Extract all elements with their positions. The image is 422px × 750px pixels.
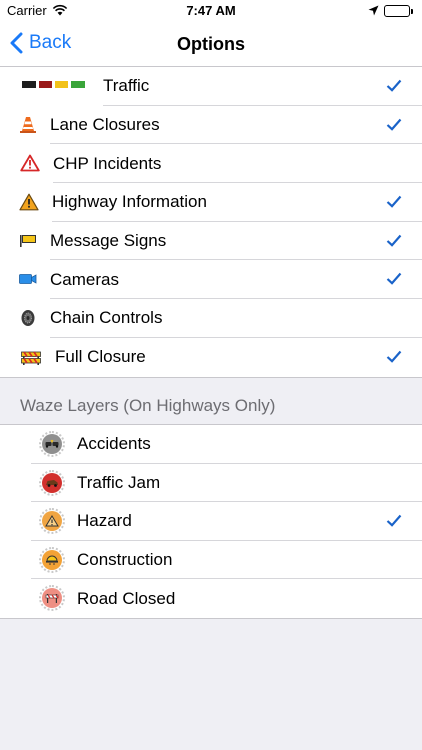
checkmark-icon: [386, 79, 402, 97]
waze-label: Traffic Jam: [77, 472, 161, 492]
checkmark-icon: [386, 195, 402, 213]
option-row-cameras[interactable]: Cameras: [0, 260, 422, 300]
camera-icon: [19, 273, 37, 285]
option-label: CHP Incidents: [53, 153, 162, 173]
hazard-icon: [39, 508, 65, 535]
waze-section-header: Waze Layers (On Highways Only): [20, 396, 276, 415]
checkmark-icon: [386, 514, 402, 532]
option-label: Cameras: [50, 269, 119, 289]
traffic-legend-icon: [22, 81, 86, 89]
option-row-lane-closures[interactable]: Lane Closures: [0, 106, 422, 145]
warning-filled-icon: [19, 193, 39, 211]
waze-row-accidents[interactable]: Accidents: [0, 425, 422, 464]
option-row-highway-information[interactable]: Highway Information: [0, 183, 422, 222]
option-row-message-signs[interactable]: Message Signs: [0, 222, 422, 261]
waze-label: Construction: [77, 550, 173, 570]
status-time: 7:47 AM: [186, 3, 236, 18]
checkmark-icon: [386, 272, 402, 290]
option-label: Message Signs: [50, 231, 167, 251]
option-row-full-closure[interactable]: Full Closure: [0, 338, 422, 377]
traffic-jam-icon: [39, 469, 65, 496]
road-barrier-icon: [21, 349, 41, 366]
waze-row-construction[interactable]: Construction: [0, 541, 422, 580]
waze-row-hazard[interactable]: Hazard: [0, 502, 422, 541]
location-arrow-icon: [368, 4, 379, 19]
checkmark-icon: [386, 234, 402, 252]
option-label: Full Closure: [55, 347, 146, 367]
option-label: Lane Closures: [50, 115, 160, 135]
waze-label: Accidents: [77, 434, 151, 454]
battery-tip: [411, 9, 413, 14]
option-label: Chain Controls: [50, 308, 163, 328]
warning-outline-icon: [20, 154, 40, 172]
waze-label: Hazard: [77, 511, 132, 531]
checkmark-icon: [386, 350, 402, 368]
option-row-chain-controls[interactable]: Chain Controls: [0, 299, 422, 338]
waze-row-traffic-jam[interactable]: Traffic Jam: [0, 464, 422, 503]
option-row-traffic[interactable]: Traffic: [0, 67, 422, 106]
options-list: Traffic Lane Closures CHP Incidents High…: [0, 66, 422, 378]
accident-icon: [39, 431, 65, 457]
waze-label: Road Closed: [77, 588, 176, 608]
battery-icon: [384, 5, 410, 17]
waze-layers-list: Accidents Traffic Jam Hazard Constructio…: [0, 424, 422, 619]
waze-row-road-closed[interactable]: Road Closed: [0, 579, 422, 618]
road-closed-icon: [39, 585, 65, 612]
navigation-bar: Back Options: [0, 22, 422, 66]
construction-icon: [39, 546, 65, 573]
page-title: Options: [177, 34, 245, 54]
message-sign-icon: [19, 234, 37, 248]
tire-chain-icon: [20, 309, 36, 327]
option-label: Traffic: [103, 76, 150, 96]
traffic-cone-icon: [19, 116, 37, 134]
option-label: Highway Information: [52, 192, 207, 212]
status-bar: Carrier 7:47 AM: [0, 0, 422, 22]
checkmark-icon: [386, 118, 402, 136]
option-row-chp-incidents[interactable]: CHP Incidents: [0, 144, 422, 184]
